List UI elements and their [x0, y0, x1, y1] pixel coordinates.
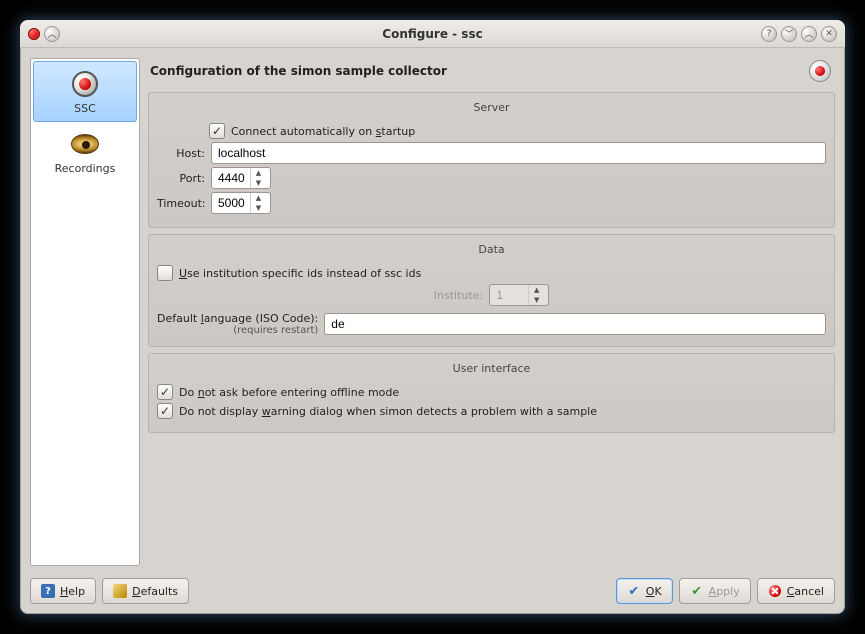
defaults-button[interactable]: Defaults [102, 578, 189, 604]
sidebar-item-label: Recordings [35, 162, 135, 175]
content-area: SSC Recordings Configuration of the simo… [20, 48, 845, 614]
timeout-spinner[interactable]: ▲▼ [211, 192, 271, 214]
sidebar-item-ssc[interactable]: SSC [33, 61, 137, 122]
minimize-button[interactable]: ﹀ [781, 26, 797, 42]
language-label: Default language (ISO Code): [157, 312, 318, 325]
app-menu-icon[interactable] [28, 28, 40, 40]
config-window: ︿ Configure - ssc ? ﹀ ︿ ✕ SSC [20, 20, 845, 614]
window-title: Configure - ssc [20, 27, 845, 41]
ok-button[interactable]: ✔ OK [616, 578, 673, 604]
port-input[interactable] [212, 171, 250, 185]
apply-icon: ✔ [690, 584, 704, 598]
data-group: Data Use institution specific ids instea… [148, 234, 835, 347]
timeout-up[interactable]: ▲ [251, 193, 266, 203]
group-title-ui: User interface [157, 360, 826, 381]
institute-input [490, 288, 528, 302]
titlebar: ︿ Configure - ssc ? ﹀ ︿ ✕ [20, 20, 845, 48]
institution-ids-checkbox[interactable] [157, 265, 173, 281]
ui-group: User interface Do not ask before enterin… [148, 353, 835, 433]
warning-dialog-checkbox[interactable] [157, 403, 173, 419]
apply-button[interactable]: ✔ Apply [679, 578, 751, 604]
timeout-down[interactable]: ▼ [251, 203, 266, 213]
page-title: Configuration of the simon sample collec… [150, 64, 447, 78]
port-up[interactable]: ▲ [251, 168, 266, 178]
speaker-icon [69, 128, 101, 160]
host-label: Host: [157, 147, 205, 160]
language-note: (requires restart) [157, 325, 318, 336]
record-icon [69, 68, 101, 100]
group-title-server: Server [157, 99, 826, 120]
host-input[interactable] [211, 142, 826, 164]
record-indicator-icon [809, 60, 831, 82]
help-icon: ? [41, 584, 55, 598]
keep-above-button[interactable]: ︿ [44, 26, 60, 42]
port-spinner[interactable]: ▲▼ [211, 167, 271, 189]
institution-ids-label: Use institution specific ids instead of … [179, 267, 421, 280]
offline-mode-label: Do not ask before entering offline mode [179, 386, 399, 399]
institute-up: ▲ [529, 285, 544, 295]
help-button[interactable]: ? Help [30, 578, 96, 604]
server-group: Server Connect automatically on startup … [148, 92, 835, 228]
timeout-input[interactable] [212, 196, 250, 210]
defaults-icon [113, 584, 127, 598]
port-down[interactable]: ▼ [251, 178, 266, 188]
connect-auto-checkbox[interactable] [209, 123, 225, 139]
whats-this-button[interactable]: ? [761, 26, 777, 42]
group-title-data: Data [157, 241, 826, 262]
timeout-label: Timeout: [157, 197, 205, 210]
port-label: Port: [157, 172, 205, 185]
cancel-icon [768, 584, 782, 598]
ok-icon: ✔ [627, 584, 641, 598]
maximize-button[interactable]: ︿ [801, 26, 817, 42]
dialog-button-bar: ? Help Defaults ✔ OK ✔ Apply Cancel [30, 574, 835, 604]
sidebar-item-label: SSC [36, 102, 134, 115]
institute-label: Institute: [434, 289, 483, 302]
settings-pane: Configuration of the simon sample collec… [148, 58, 835, 566]
connect-auto-label: Connect automatically on startup [231, 125, 415, 138]
offline-mode-checkbox[interactable] [157, 384, 173, 400]
warning-dialog-label: Do not display warning dialog when simon… [179, 405, 597, 418]
cancel-button[interactable]: Cancel [757, 578, 835, 604]
close-button[interactable]: ✕ [821, 26, 837, 42]
institute-spinner: ▲▼ [489, 284, 549, 306]
sidebar-item-recordings[interactable]: Recordings [33, 122, 137, 181]
category-sidebar: SSC Recordings [30, 58, 140, 566]
language-input[interactable] [324, 313, 826, 335]
institute-down: ▼ [529, 295, 544, 305]
